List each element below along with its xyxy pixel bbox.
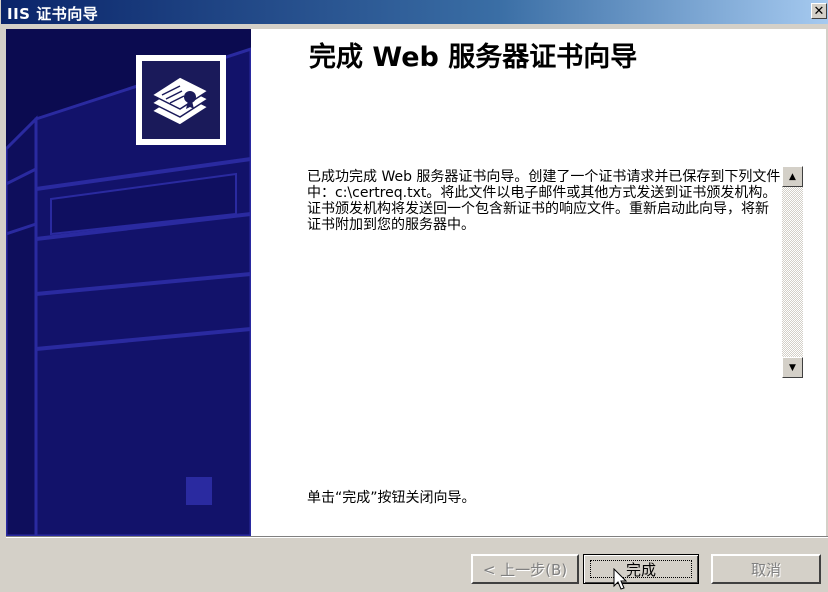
certificate-logo	[136, 55, 226, 145]
back-button-label: < 上一步(B)	[482, 560, 568, 579]
button-separator	[6, 536, 828, 538]
scroll-down-button[interactable]: ▼	[782, 357, 803, 378]
mouse-pointer-icon	[613, 568, 627, 590]
wizard-content: 完成 Web 服务器证书向导 已成功完成 Web 服务器证书向导。创建了一个证书…	[251, 29, 826, 536]
completion-message: 已成功完成 Web 服务器证书向导。创建了一个证书请求并已保存到下列文件中：c:…	[307, 169, 781, 233]
wizard-banner	[6, 29, 251, 536]
finish-button[interactable]: 完成	[583, 554, 699, 584]
finish-instruction: 单击“完成”按钮关闭向导。	[307, 490, 476, 506]
title-bar[interactable]: IIS 证书向导 ✕	[1, 0, 828, 24]
back-button[interactable]: < 上一步(B)	[471, 554, 579, 584]
cancel-button-label: 取消	[750, 560, 781, 579]
certificate-stack-icon	[150, 76, 210, 126]
arrow-up-icon: ▲	[789, 171, 796, 182]
page-title: 完成 Web 服务器证书向导	[309, 42, 638, 73]
scroll-up-button[interactable]: ▲	[782, 166, 803, 187]
close-button[interactable]: ✕	[811, 3, 827, 19]
cancel-button[interactable]: 取消	[711, 554, 821, 584]
close-icon: ✕	[813, 3, 825, 19]
message-scrollbar[interactable]: ▲ ▼	[782, 166, 803, 378]
window-title: IIS 证书向导	[7, 5, 99, 23]
arrow-down-icon: ▼	[789, 362, 796, 373]
focus-rectangle	[590, 560, 692, 578]
wizard-window: IIS 证书向导 ✕ 完成 Web 服务器证书向导 已成功完成 Web 服务器证…	[0, 0, 828, 592]
